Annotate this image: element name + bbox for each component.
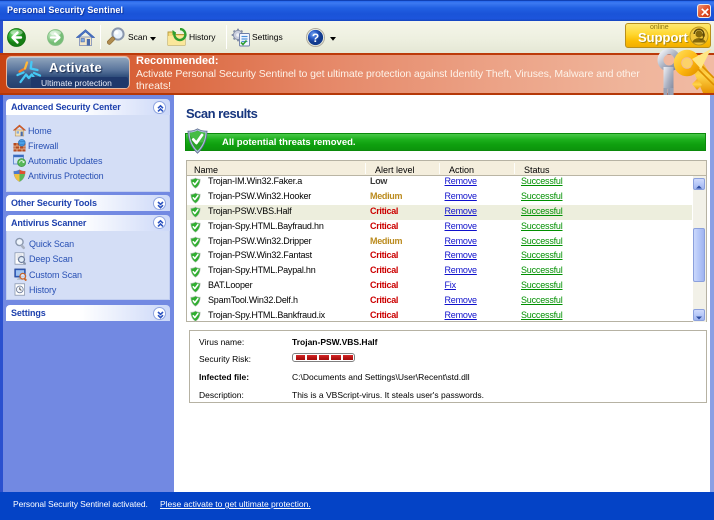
- svg-text:?: ?: [312, 31, 319, 45]
